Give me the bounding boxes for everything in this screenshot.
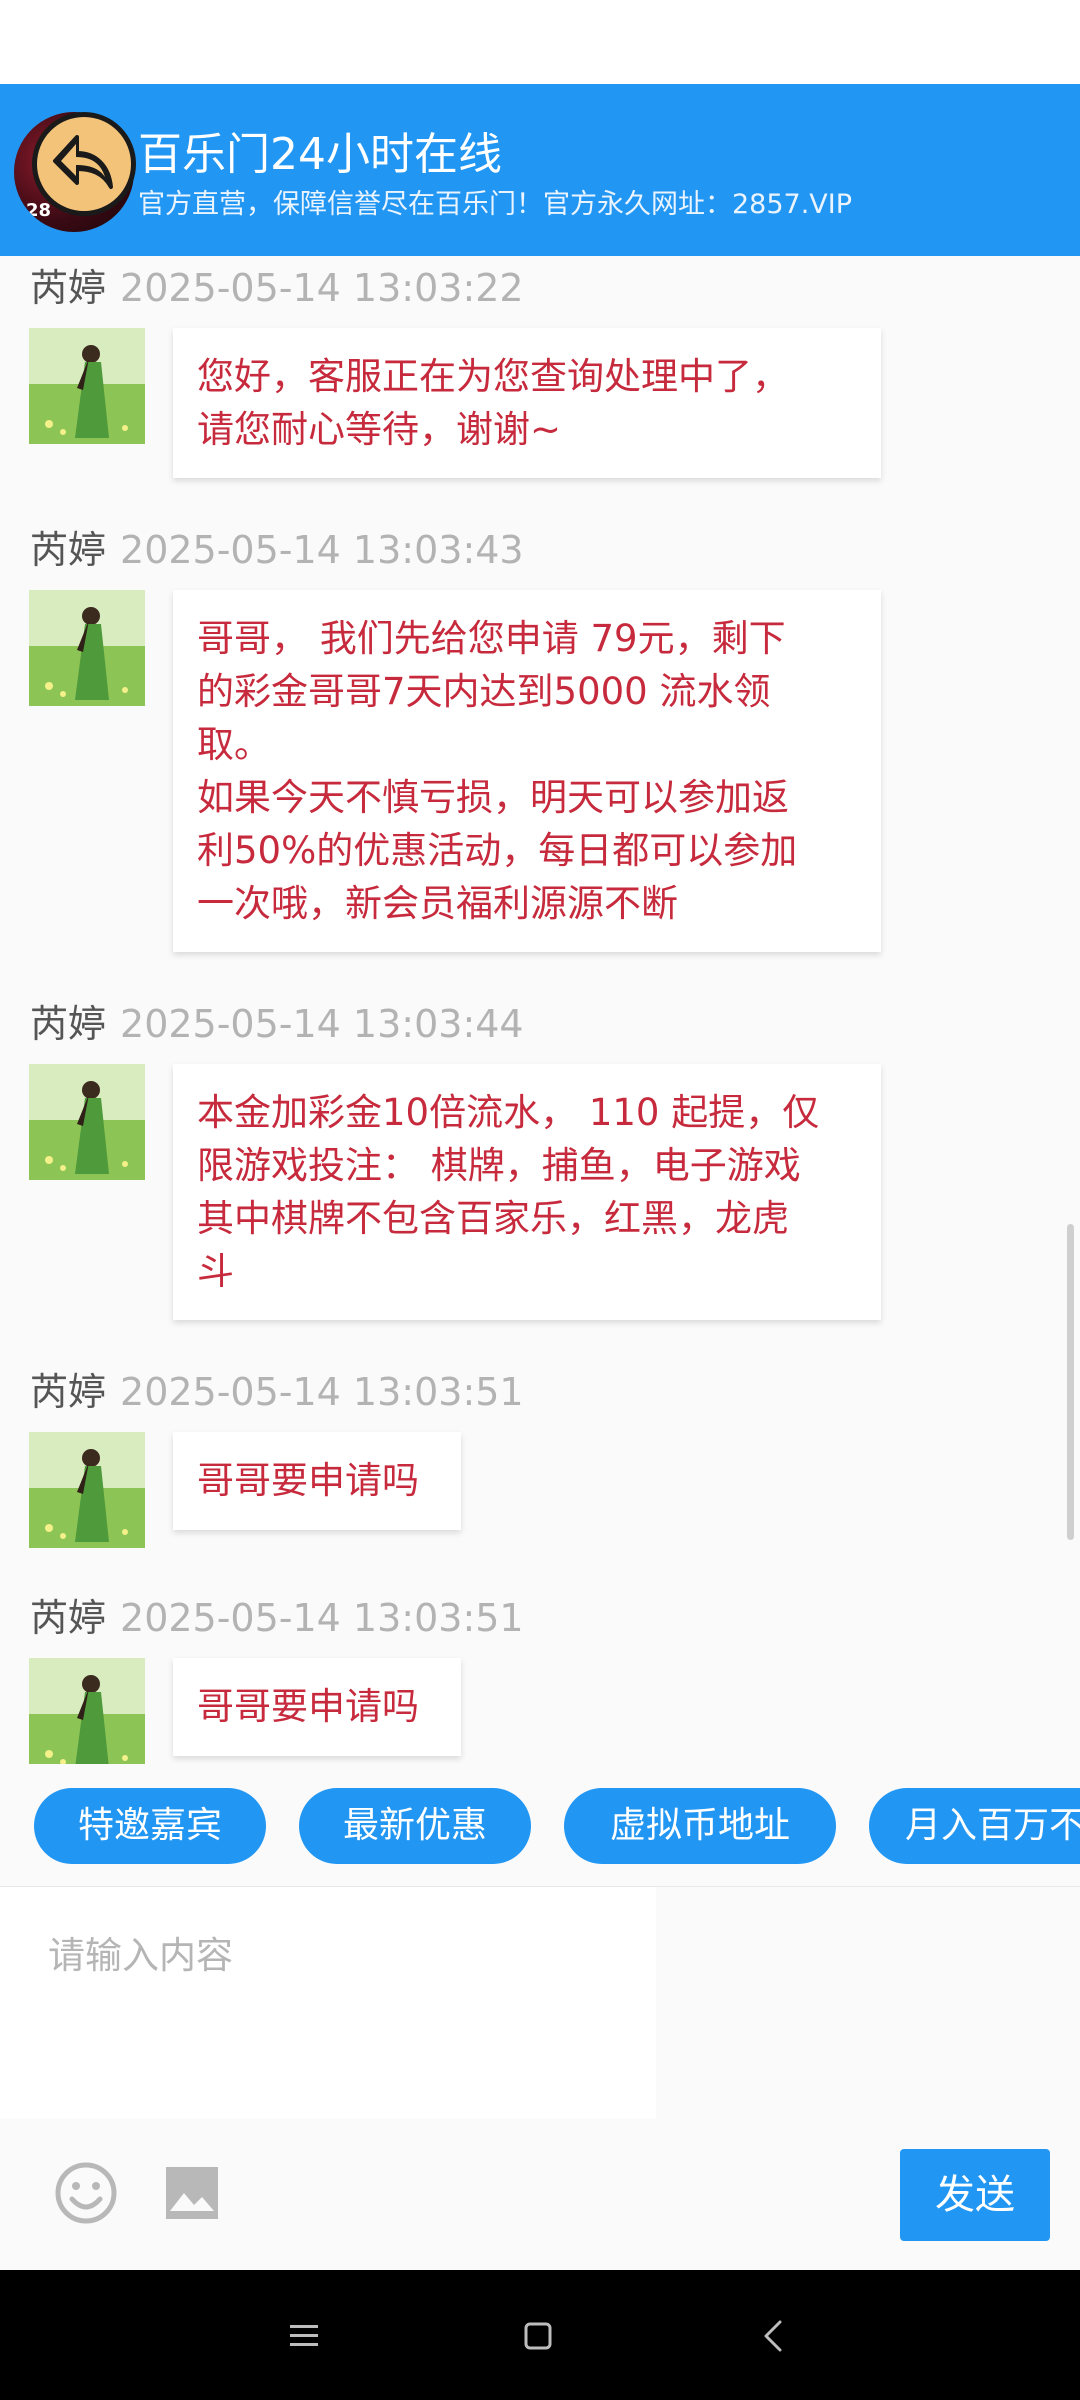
image-button[interactable] [164,2165,220,2221]
message-sender: 芮婷 [30,1596,107,1640]
message-bubble: 本金加彩金10倍流水， 110 起提，仅 限游戏投注： 棋牌，捕鱼，电子游戏 其… [173,1064,881,1320]
message-bubble: 哥哥要申请吗 [173,1658,461,1756]
back-arrow-icon [53,135,113,189]
system-back-button[interactable] [746,2308,802,2364]
recent-apps-button[interactable] [276,2308,332,2364]
message-bubble: 您好，客服正在为您查询处理中了， 请您耐心等待，谢谢~ [173,328,881,478]
agent-avatar [29,1432,145,1548]
smiley-icon [55,2162,117,2224]
image-icon [166,2167,218,2219]
woman-portrait-icon [29,1658,145,1764]
quick-reply-monthly-income[interactable]: 月入百万不 [869,1788,1080,1864]
emoji-button[interactable] [54,2161,118,2225]
chat-header: 28 百乐门24小时在线 官方直营，保障信誉尽在百乐门！官方永久网址：2857.… [0,84,1080,256]
message-time: 2025-05-14 13:03:22 [120,266,524,310]
message-time: 2025-05-14 13:03:51 [120,1370,524,1414]
woman-portrait-icon [29,1064,145,1180]
message-time: 2025-05-14 13:03:44 [120,1002,524,1046]
chat-title: 百乐门24小时在线 [138,129,502,180]
composer: 发送 [0,1886,1080,2270]
message-meta: 芮婷 2025-05-14 13:03:43 [30,522,524,578]
quick-reply-promotions[interactable]: 最新优惠 [299,1788,531,1864]
agent-avatar [29,590,145,706]
chevron-left-icon [764,2320,782,2352]
message-sender: 芮婷 [30,1370,107,1414]
message-meta: 芮婷 2025-05-14 13:03:44 [30,996,524,1052]
agent-avatar [29,1064,145,1180]
message-sender: 芮婷 [30,266,107,310]
woman-portrait-icon [29,590,145,706]
quick-reply-bar[interactable]: 特邀嘉宾 最新优惠 虚拟币地址 月入百万不 [0,1764,1080,1886]
home-button[interactable] [510,2308,566,2364]
chat-scrollbar[interactable] [1067,1224,1074,1540]
avatar-number: 28 [26,200,52,221]
message-bubble: 哥哥， 我们先给您申请 79元，剩下 的彩金哥哥7天内达到5000 流水领 取。… [173,590,881,952]
message-input[interactable] [0,1887,656,2119]
message-time: 2025-05-14 13:03:51 [120,1596,524,1640]
agent-avatar [29,1658,145,1764]
message-bubble: 哥哥要申请吗 [173,1432,461,1530]
system-nav-bar [0,2270,1080,2400]
message-meta: 芮婷 2025-05-14 13:03:51 [30,1590,524,1646]
woman-portrait-icon [29,328,145,444]
agent-avatar [29,328,145,444]
back-button[interactable] [32,112,136,216]
chat-subtitle: 官方直营，保障信誉尽在百乐门！官方永久网址：2857.VIP [138,189,853,220]
send-button[interactable]: 发送 [900,2149,1050,2241]
home-square-icon [524,2322,552,2350]
woman-portrait-icon [29,1432,145,1548]
message-time: 2025-05-14 13:03:43 [120,528,524,572]
message-sender: 芮婷 [30,528,107,572]
status-bar [0,0,1080,84]
message-list[interactable]: 芮婷 2025-05-14 13:03:22 您好，客服正在为您查询处理中了， 请… [0,256,1080,1764]
message-meta: 芮婷 2025-05-14 13:03:51 [30,1364,524,1420]
message-sender: 芮婷 [30,1002,107,1046]
quick-reply-crypto-address[interactable]: 虚拟币地址 [564,1788,836,1864]
menu-icon [290,2325,318,2346]
message-meta: 芮婷 2025-05-14 13:03:22 [30,260,524,316]
quick-reply-guest[interactable]: 特邀嘉宾 [34,1788,266,1864]
